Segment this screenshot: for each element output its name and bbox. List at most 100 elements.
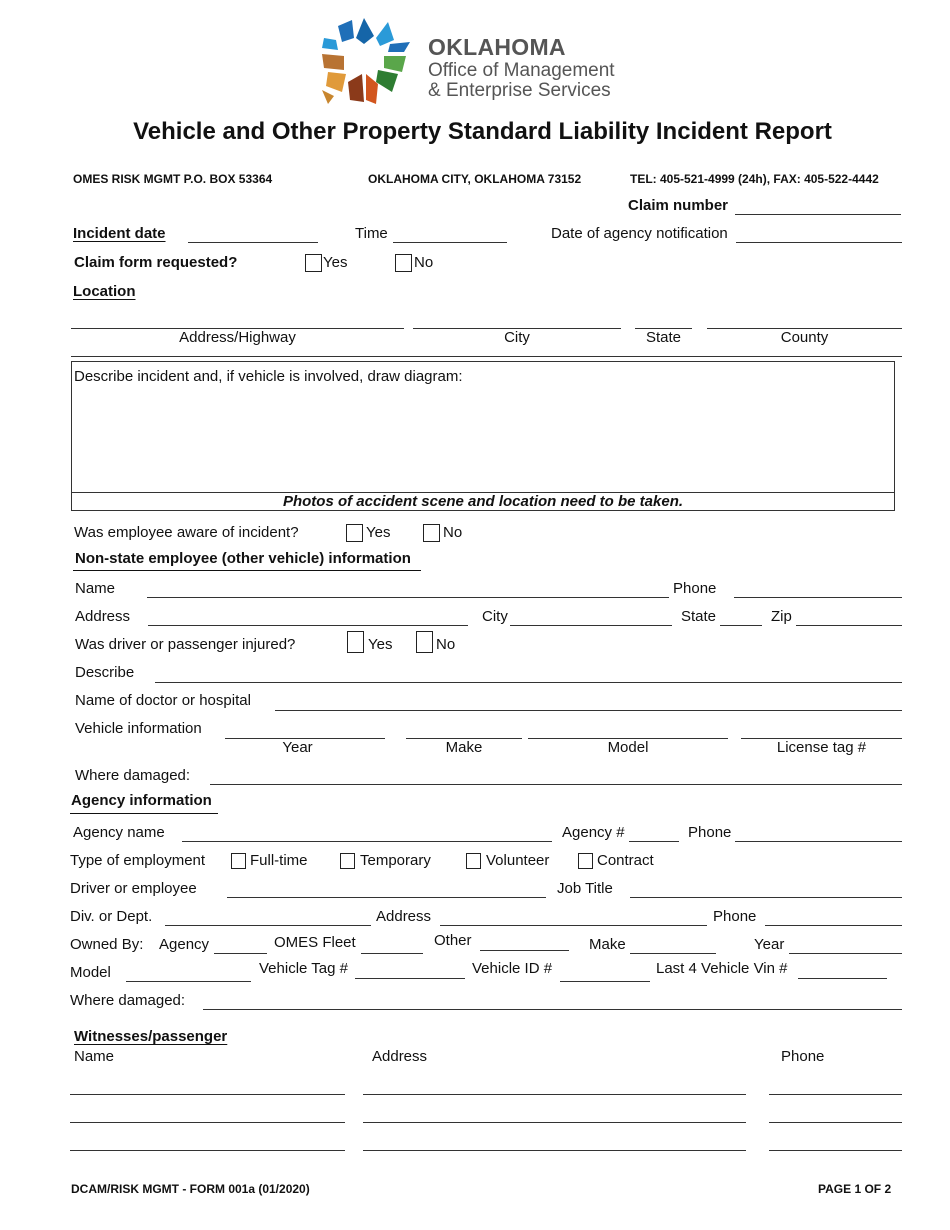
job-title-field[interactable]	[630, 897, 902, 898]
employee-aware-yes-label: Yes	[366, 524, 391, 541]
employment-type-label: Type of employment	[70, 852, 206, 869]
other-field[interactable]	[480, 950, 569, 951]
agency-name-field[interactable]	[182, 841, 552, 842]
non-state-heading: Non-state employee (other vehicle) infor…	[75, 550, 411, 567]
non-state-address-label: Address	[75, 608, 131, 625]
divider	[71, 356, 902, 357]
location-caption-state: State	[645, 329, 682, 346]
employment-fulltime-label: Full-time	[250, 852, 308, 869]
agency-phone2-field[interactable]	[765, 925, 902, 926]
owned-make-field[interactable]	[630, 953, 716, 954]
incident-date-field[interactable]	[188, 242, 318, 243]
vehicle-caption-year: Year	[282, 739, 313, 756]
header-address: OMES RISK MGMT P.O. BOX 53364	[73, 172, 273, 186]
incident-description-box[interactable]: Describe incident and, if vehicle is inv…	[71, 361, 895, 511]
agency-address-field[interactable]	[440, 925, 707, 926]
witness-col-name: Name	[74, 1048, 115, 1065]
doctor-field[interactable]	[275, 710, 902, 711]
employee-aware-yes-checkbox[interactable]	[346, 524, 363, 542]
agency-where-damaged-field[interactable]	[203, 1009, 902, 1010]
header-city: OKLAHOMA CITY, OKLAHOMA 73152	[368, 172, 582, 186]
witness-3-name-field[interactable]	[70, 1150, 345, 1151]
doctor-label: Name of doctor or hospital	[75, 692, 251, 709]
footer-page-number: PAGE 1 OF 2	[818, 1182, 892, 1196]
description-prompt: Describe incident and, if vehicle is inv…	[74, 368, 463, 385]
vin-field[interactable]	[798, 978, 887, 979]
driver-field[interactable]	[227, 897, 546, 898]
owned-by-label: Owned By:	[70, 936, 144, 953]
heading-underline	[70, 813, 218, 814]
describe-label: Describe	[75, 664, 135, 681]
employment-contract-checkbox[interactable]	[578, 853, 593, 869]
owned-make-label: Make	[589, 936, 626, 953]
non-state-zip-field[interactable]	[796, 625, 902, 626]
claim-number-label: Claim number	[628, 197, 729, 214]
witness-2-address-field[interactable]	[363, 1122, 746, 1123]
other-label: Other	[434, 932, 472, 949]
vehicle-caption-make: Make	[445, 739, 483, 756]
claim-form-label: Claim form requested?	[74, 254, 238, 271]
agency-heading: Agency information	[71, 792, 212, 809]
injured-label: Was driver or passenger injured?	[75, 636, 296, 653]
non-state-name-field[interactable]	[147, 597, 669, 598]
non-state-city-field[interactable]	[510, 625, 672, 626]
non-state-where-damaged-field[interactable]	[210, 784, 902, 785]
non-state-state-field[interactable]	[720, 625, 762, 626]
witness-1-phone-field[interactable]	[769, 1094, 902, 1095]
vehicle-id-field[interactable]	[560, 981, 650, 982]
employee-aware-no-checkbox[interactable]	[423, 524, 440, 542]
claim-number-field[interactable]	[735, 214, 901, 215]
witnesses-heading: Witnesses/passenger	[74, 1028, 228, 1045]
witness-3-address-field[interactable]	[363, 1150, 746, 1151]
div-dept-field[interactable]	[165, 925, 371, 926]
owned-agency-label: Agency	[159, 936, 210, 953]
model-label: Model	[70, 964, 111, 981]
form-title: Vehicle and Other Property Standard Liab…	[133, 118, 832, 145]
location-caption-county: County	[780, 329, 829, 346]
witness-1-address-field[interactable]	[363, 1094, 746, 1095]
owned-agency-field[interactable]	[214, 953, 267, 954]
time-label: Time	[355, 225, 388, 242]
injured-no-checkbox[interactable]	[416, 631, 433, 653]
incident-date-label: Incident date	[73, 225, 166, 242]
non-state-phone-field[interactable]	[734, 597, 902, 598]
photos-note: Photos of accident scene and location ne…	[282, 493, 684, 510]
omes-fleet-field[interactable]	[361, 953, 423, 954]
witness-1-name-field[interactable]	[70, 1094, 345, 1095]
injured-yes-checkbox[interactable]	[347, 631, 364, 653]
witness-col-phone: Phone	[781, 1048, 825, 1065]
driver-label: Driver or employee	[70, 880, 197, 897]
agency-num-field[interactable]	[629, 841, 679, 842]
logo-omes-line2: & Enterprise Services	[428, 80, 611, 101]
model-field[interactable]	[126, 981, 251, 982]
employment-volunteer-checkbox[interactable]	[466, 853, 481, 869]
employment-contract-label: Contract	[597, 852, 654, 869]
location-caption-address: Address/Highway	[179, 329, 296, 346]
witness-2-name-field[interactable]	[70, 1122, 345, 1123]
vehicle-info-label: Vehicle information	[75, 720, 202, 737]
vehicle-caption-model: Model	[607, 739, 649, 756]
agency-phone-field[interactable]	[735, 841, 902, 842]
claim-form-no-checkbox[interactable]	[395, 254, 412, 272]
claim-form-yes-checkbox[interactable]	[305, 254, 322, 272]
div-dept-label: Div. or Dept.	[70, 908, 153, 925]
owned-year-field[interactable]	[789, 953, 902, 954]
agency-name-label: Agency name	[73, 824, 165, 841]
employment-volunteer-label: Volunteer	[486, 852, 550, 869]
witness-3-phone-field[interactable]	[769, 1150, 902, 1151]
agency-address-label: Address	[376, 908, 432, 925]
non-state-address-field[interactable]	[148, 625, 468, 626]
employee-aware-label: Was employee aware of incident?	[74, 524, 299, 541]
vehicle-id-label: Vehicle ID #	[472, 960, 553, 977]
witness-2-phone-field[interactable]	[769, 1122, 902, 1123]
agency-notification-field[interactable]	[736, 242, 902, 243]
vehicle-tag-field[interactable]	[355, 978, 465, 979]
time-field[interactable]	[393, 242, 507, 243]
injured-yes-label: Yes	[368, 636, 393, 653]
describe-field[interactable]	[155, 682, 902, 683]
agency-phone2-label: Phone	[713, 908, 757, 925]
owned-year-label: Year	[754, 936, 785, 953]
employment-temporary-checkbox[interactable]	[340, 853, 355, 869]
logo-omes-line1: Office of Management	[428, 60, 615, 81]
employment-fulltime-checkbox[interactable]	[231, 853, 246, 869]
